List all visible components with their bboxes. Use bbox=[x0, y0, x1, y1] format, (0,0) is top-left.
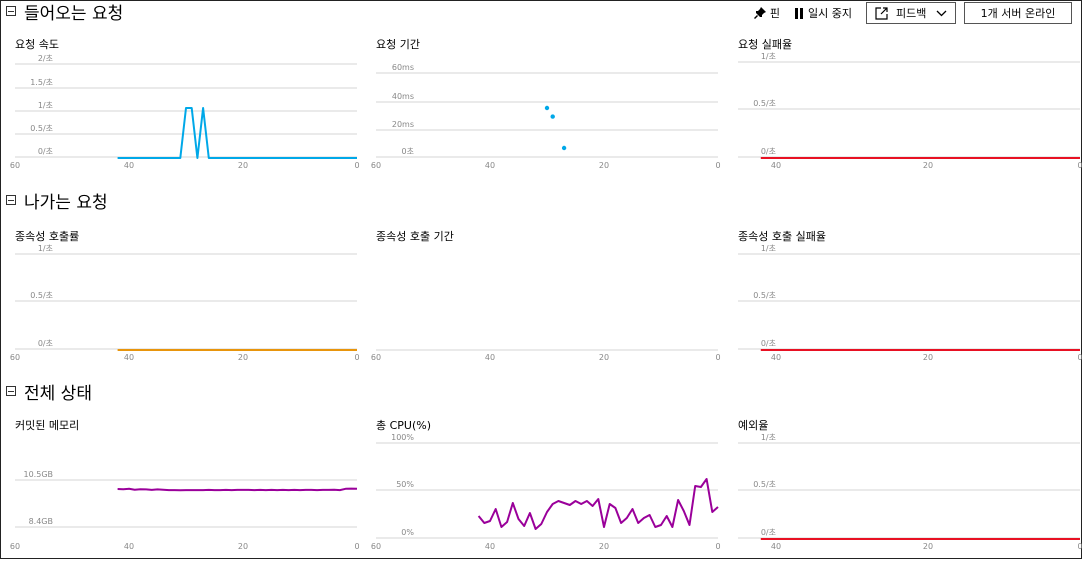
pin-label: 핀 bbox=[769, 7, 781, 20]
x-tick-label: 0 bbox=[354, 161, 359, 170]
y-tick-label: 1/초 bbox=[761, 52, 776, 61]
chevron-down-icon bbox=[936, 10, 947, 16]
y-tick-label: 2/초 bbox=[38, 54, 53, 63]
servers-online-label: 1개 서버 온라인 bbox=[980, 7, 1056, 20]
x-tick-label: 40 bbox=[485, 353, 495, 362]
chart-plot: 1/초 0.5/초 0/초 40 20 0 bbox=[738, 433, 1082, 551]
y-tick-label: 0/초 bbox=[38, 339, 53, 348]
feedback-dropdown[interactable]: 피드백 bbox=[866, 2, 956, 24]
chart-plot: 1/초 0.5/초 0/초 40 20 0 bbox=[738, 244, 1082, 362]
x-tick-label: 0 bbox=[715, 353, 720, 362]
external-link-icon bbox=[875, 6, 888, 20]
chart-plot: 100% 50% 0% 60 40 20 0 bbox=[371, 433, 721, 551]
pause-icon bbox=[795, 7, 804, 19]
x-tick-label: 20 bbox=[923, 542, 933, 551]
data-point bbox=[550, 114, 555, 119]
x-tick-label: 20 bbox=[599, 542, 609, 551]
x-tick-label: 0 bbox=[354, 353, 359, 362]
x-tick-label: 60 bbox=[371, 542, 381, 551]
pin-button[interactable]: 핀 bbox=[753, 5, 781, 21]
y-tick-label: 1/초 bbox=[38, 101, 53, 110]
x-tick-label: 20 bbox=[238, 353, 248, 362]
y-tick-label: 10.5GB bbox=[24, 470, 54, 479]
chart-plot: 60 40 20 0 bbox=[371, 349, 721, 362]
x-tick-label: 40 bbox=[124, 353, 134, 362]
series-line bbox=[117, 107, 357, 159]
x-tick-label: 40 bbox=[771, 353, 781, 362]
collapse-icon[interactable] bbox=[6, 6, 16, 16]
x-tick-label: 20 bbox=[599, 161, 609, 170]
x-tick-label: 40 bbox=[485, 161, 495, 170]
x-tick-label: 60 bbox=[10, 353, 20, 362]
x-tick-label: 60 bbox=[10, 161, 20, 170]
x-tick-label: 40 bbox=[124, 161, 134, 170]
chart-plot: 60ms 40ms 20ms 0초 60 40 20 0 bbox=[371, 63, 721, 170]
x-tick-label: 20 bbox=[238, 161, 248, 170]
x-tick-label: 60 bbox=[371, 161, 381, 170]
data-point bbox=[561, 145, 567, 151]
pin-icon bbox=[753, 7, 766, 19]
pause-label: 일시 중지 bbox=[808, 7, 852, 20]
section-title: 나가는 요청 bbox=[24, 192, 108, 213]
x-tick-label: 0 bbox=[1077, 353, 1082, 362]
y-tick-label: 1.5/초 bbox=[30, 78, 53, 87]
x-tick-label: 0 bbox=[715, 161, 720, 170]
x-tick-label: 40 bbox=[124, 542, 134, 551]
servers-online-button[interactable]: 1개 서버 온라인 bbox=[964, 2, 1072, 24]
x-tick-label: 60 bbox=[10, 542, 20, 551]
y-tick-label: 60ms bbox=[392, 63, 414, 72]
section-title: 들어오는 요청 bbox=[24, 3, 124, 24]
x-tick-label: 20 bbox=[923, 353, 933, 362]
collapse-icon[interactable] bbox=[6, 195, 16, 205]
x-tick-label: 0 bbox=[354, 542, 359, 551]
chart-plot: 1/초 0.5/초 0/초 40 20 0 bbox=[738, 52, 1082, 170]
x-tick-label: 0 bbox=[1077, 542, 1082, 551]
y-tick-label: 40ms bbox=[392, 92, 414, 101]
x-tick-label: 40 bbox=[771, 161, 781, 170]
section-overall-health: 전체 상태 bbox=[6, 380, 92, 404]
y-tick-label: 1/초 bbox=[761, 433, 776, 442]
x-tick-label: 20 bbox=[238, 542, 248, 551]
y-tick-label: 0/초 bbox=[761, 147, 776, 156]
y-tick-label: 0/초 bbox=[761, 339, 776, 348]
chart-plot: 2/초 1.5/초 1/초 0.5/초 0/초 60 40 20 0 bbox=[10, 54, 360, 170]
x-tick-label: 60 bbox=[371, 353, 381, 362]
section-outgoing-requests: 나가는 요청 bbox=[6, 189, 108, 213]
y-tick-label: 0.5/초 bbox=[753, 99, 776, 108]
x-tick-label: 40 bbox=[485, 542, 495, 551]
y-tick-label: 1/초 bbox=[761, 244, 776, 253]
data-point bbox=[544, 105, 550, 111]
y-tick-label: 50% bbox=[396, 480, 414, 489]
y-tick-label: 0% bbox=[401, 528, 414, 537]
section-incoming-requests: 들어오는 요청 bbox=[6, 0, 124, 24]
collapse-icon[interactable] bbox=[6, 386, 16, 396]
y-tick-label: 0/초 bbox=[761, 528, 776, 537]
feedback-label: 피드백 bbox=[896, 7, 927, 20]
toolbar: 핀 일시 중지 피드백 1개 서버 온라인 bbox=[753, 2, 1072, 24]
x-tick-label: 40 bbox=[771, 542, 781, 551]
y-tick-label: 8.4GB bbox=[29, 517, 53, 526]
y-tick-label: 20ms bbox=[392, 120, 414, 129]
pause-button[interactable]: 일시 중지 bbox=[794, 5, 852, 21]
y-tick-label: 1/초 bbox=[38, 244, 53, 253]
y-tick-label: 0.5/초 bbox=[753, 480, 776, 489]
y-tick-label: 0/초 bbox=[38, 147, 53, 156]
y-tick-label: 0.5/초 bbox=[30, 124, 53, 133]
chart-plot: 1/초 0.5/초 0/초 60 40 20 0 bbox=[10, 244, 360, 362]
chart-plot: 10.5GB 8.4GB 60 40 20 0 bbox=[10, 470, 360, 551]
series-line bbox=[477, 478, 719, 530]
y-tick-label: 100% bbox=[391, 433, 414, 442]
x-tick-label: 20 bbox=[923, 161, 933, 170]
y-tick-label: 0.5/초 bbox=[753, 291, 776, 300]
y-tick-label: 0초 bbox=[402, 147, 414, 156]
section-title: 전체 상태 bbox=[24, 383, 92, 404]
x-tick-label: 0 bbox=[1077, 161, 1082, 170]
y-tick-label: 0.5/초 bbox=[30, 291, 53, 300]
x-tick-label: 0 bbox=[715, 542, 720, 551]
series-line bbox=[117, 487, 358, 492]
x-tick-label: 20 bbox=[599, 353, 609, 362]
